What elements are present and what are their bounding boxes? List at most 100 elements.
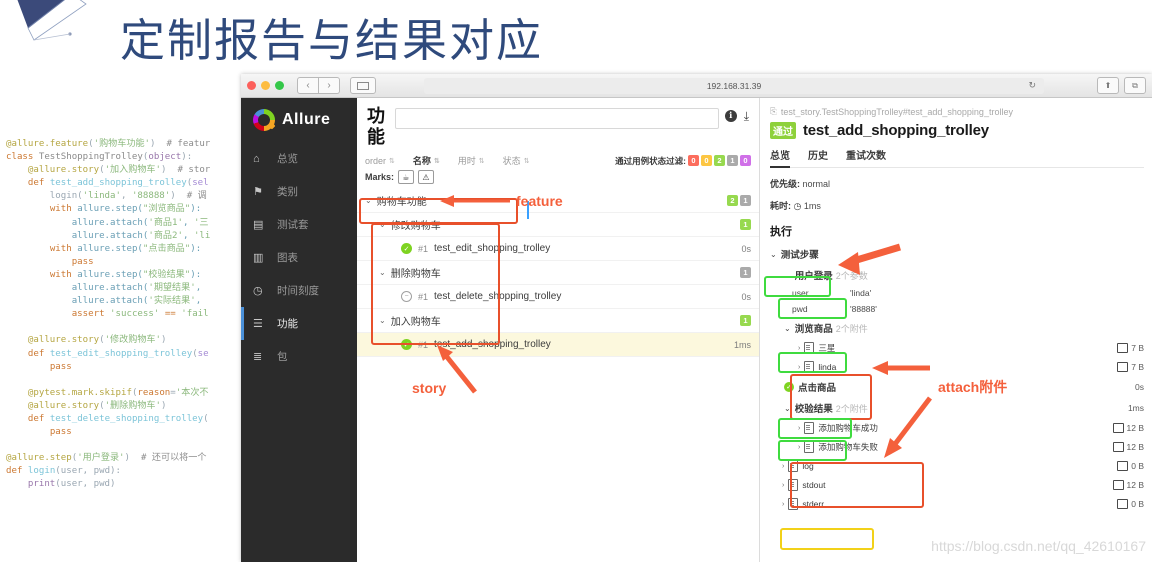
column-name[interactable]: 名称 ⇅	[413, 154, 440, 167]
table-row[interactable]: ✓ #1 test_edit_shopping_trolley 0s	[357, 237, 759, 261]
column-order[interactable]: order ⇅	[365, 156, 395, 166]
chevron-down-icon[interactable]: ⌄	[365, 196, 372, 205]
test-steps-root[interactable]: ⌄ 测试步骤	[770, 247, 1144, 262]
tree-node-story-delete[interactable]: ⌄ 删除购物车 1	[357, 261, 759, 285]
pane-header: 功能 i ⤓	[357, 98, 759, 148]
param-key: user	[792, 288, 809, 298]
table-row-selected[interactable]: ✓ #1 test_add_shopping_trolley 1ms	[357, 333, 759, 357]
download-icon[interactable]: ⤓	[744, 110, 749, 122]
attachment-row-log[interactable]: › log 0 B	[770, 460, 1144, 472]
attachment-size-text: 7 B	[1131, 362, 1144, 372]
duration-row: 耗时: ◷ 1ms	[770, 199, 1144, 212]
filter-badge-passed[interactable]: 2	[714, 155, 725, 166]
status-badge: 通过	[770, 122, 796, 139]
chevron-right-icon[interactable]: ›	[798, 444, 800, 451]
column-status[interactable]: 状态 ⇅	[503, 154, 530, 167]
step-sublabel: 2个参数	[835, 270, 868, 281]
sidebar-item-suites[interactable]: ▤ 测试套	[241, 208, 357, 241]
attachment-size-text: 7 B	[1131, 343, 1144, 353]
tab-history[interactable]: 历史	[808, 147, 828, 162]
chart-icon: ▥	[253, 252, 264, 264]
reload-icon[interactable]: ↻	[1028, 80, 1036, 91]
step-user-login[interactable]: ⌄ 用户登录 2个参数	[770, 268, 1144, 283]
severity-row: 优先级: normal	[770, 177, 1144, 190]
sidebar-item-behaviors[interactable]: ☰ 功能	[241, 307, 357, 340]
breadcrumb-text[interactable]: test_story.TestShoppingTrolley#test_add_…	[781, 107, 1013, 117]
table-row[interactable]: − #1 test_delete_shopping_trolley 0s	[357, 285, 759, 309]
browser-titlebar: ‹ › 192.168.31.39 ↻ ⬆ ⧉	[241, 74, 1152, 98]
tab-overview[interactable]: 总览	[770, 147, 790, 168]
filter-badge-skipped[interactable]: 1	[727, 155, 738, 166]
step-label: 校验结果	[794, 404, 833, 415]
file-icon	[788, 479, 799, 491]
filter-badge-broken[interactable]: 0	[701, 155, 712, 166]
tab-overview-button[interactable]: ⧉	[1124, 77, 1146, 94]
chevron-down-icon[interactable]: ⌄	[770, 250, 777, 259]
chevron-right-icon[interactable]: ›	[798, 425, 800, 432]
allure-brand-label: Allure	[282, 111, 331, 128]
info-icon[interactable]: i	[724, 110, 737, 122]
forward-button[interactable]: ›	[319, 77, 340, 94]
severity-value: normal	[802, 179, 831, 189]
sidebar-item-categories[interactable]: ⚑ 类别	[241, 175, 357, 208]
sidebar-label-categories: 类别	[277, 186, 298, 198]
filter-badge-failed[interactable]: 0	[688, 155, 699, 166]
file-icon	[804, 422, 815, 434]
status-filter: 通过用例状态过滤: 0 0 2 1 0	[615, 155, 751, 167]
tab-retries[interactable]: 重试次数	[846, 147, 886, 162]
chevron-down-icon[interactable]: ⌄	[379, 316, 386, 325]
chevron-down-icon[interactable]: ⌄	[379, 268, 386, 277]
sidebar-item-timeline[interactable]: ◷ 时间刻度	[241, 274, 357, 307]
share-button[interactable]: ⬆	[1097, 77, 1119, 94]
chevron-right-icon[interactable]: ›	[798, 345, 800, 352]
window-zoom-button[interactable]	[275, 81, 284, 90]
column-duration[interactable]: 用时 ⇅	[458, 154, 485, 167]
image-icon	[1117, 362, 1129, 372]
sidebar-item-overview[interactable]: ⌂ 总览	[241, 142, 357, 175]
attachment-row-stderr[interactable]: › stderr 0 B	[770, 498, 1144, 510]
url-bar[interactable]: 192.168.31.39 ↻	[424, 77, 1044, 94]
pane-header-icons: i ⤓	[724, 110, 749, 122]
file-icon	[788, 460, 799, 472]
window-minimize-button[interactable]	[261, 81, 270, 90]
chevron-down-icon[interactable]: ⌄	[784, 404, 791, 413]
image-icon	[1117, 499, 1129, 509]
column-status-label: 状态	[502, 156, 521, 166]
allure-logo: Allure	[241, 98, 357, 142]
attachment-row-stdout[interactable]: › stdout 12 B	[770, 479, 1144, 491]
chevron-right-icon[interactable]: ›	[782, 463, 784, 470]
chevron-down-icon[interactable]: ⌄	[379, 220, 386, 229]
mark-coffee-icon[interactable]: ☕	[398, 170, 415, 184]
browser-window: ‹ › 192.168.31.39 ↻ ⬆ ⧉ Allure ⌂ 总览 ⚑ 类别…	[241, 74, 1152, 562]
mark-warning-icon[interactable]: ⚠	[418, 170, 435, 184]
chevron-down-icon[interactable]: ⌄	[784, 271, 791, 280]
chevron-down-icon[interactable]: ⌄	[784, 324, 791, 333]
filter-badge-unknown[interactable]: 0	[740, 155, 751, 166]
tree-node-story-edit[interactable]: ⌄ 修改购物车 1	[357, 213, 759, 237]
step-duration: 1ms	[1127, 403, 1144, 413]
search-input[interactable]	[395, 108, 719, 129]
attachment-size-text: 0 B	[1131, 461, 1144, 471]
step-browse-goods[interactable]: ⌄ 浏览商品 2个附件	[770, 321, 1144, 336]
chevron-right-icon[interactable]: ›	[782, 501, 784, 508]
chevron-right-icon[interactable]: ›	[798, 364, 800, 371]
sidebar-item-packages[interactable]: ≣ 包	[241, 340, 357, 373]
sort-icon: ⇅	[478, 157, 485, 165]
window-close-button[interactable]	[247, 81, 256, 90]
detail-test-name: test_add_shopping_trolley	[803, 122, 989, 139]
sidebar-item-graphs[interactable]: ▥ 图表	[241, 241, 357, 274]
attachment-row[interactable]: › 添加购物车成功 12 B	[770, 422, 1144, 434]
back-button[interactable]: ‹	[297, 77, 319, 94]
tree-node-story-add[interactable]: ⌄ 加入购物车 1	[357, 309, 759, 333]
link-icon: ⎘	[770, 106, 777, 116]
attachment-row[interactable]: › linda 7 B	[770, 361, 1144, 373]
browser-right-buttons: ⬆ ⧉	[1092, 77, 1146, 94]
annotation-attach: attach附件	[938, 379, 1008, 395]
attachment-row[interactable]: › 三星 7 B	[770, 342, 1144, 354]
step-verify-result[interactable]: ⌄ 校验结果 2个附件 1ms	[770, 401, 1144, 415]
attachment-name: stdout	[802, 480, 826, 490]
allure-sidebar: Allure ⌂ 总览 ⚑ 类别 ▤ 测试套 ▥ 图表 ◷ 时间刻度 ☰ 功能 …	[241, 98, 357, 562]
attachment-row[interactable]: › 添加购物车失败 12 B	[770, 441, 1144, 453]
sidebar-toggle-button[interactable]	[350, 77, 376, 94]
chevron-right-icon[interactable]: ›	[782, 482, 784, 489]
